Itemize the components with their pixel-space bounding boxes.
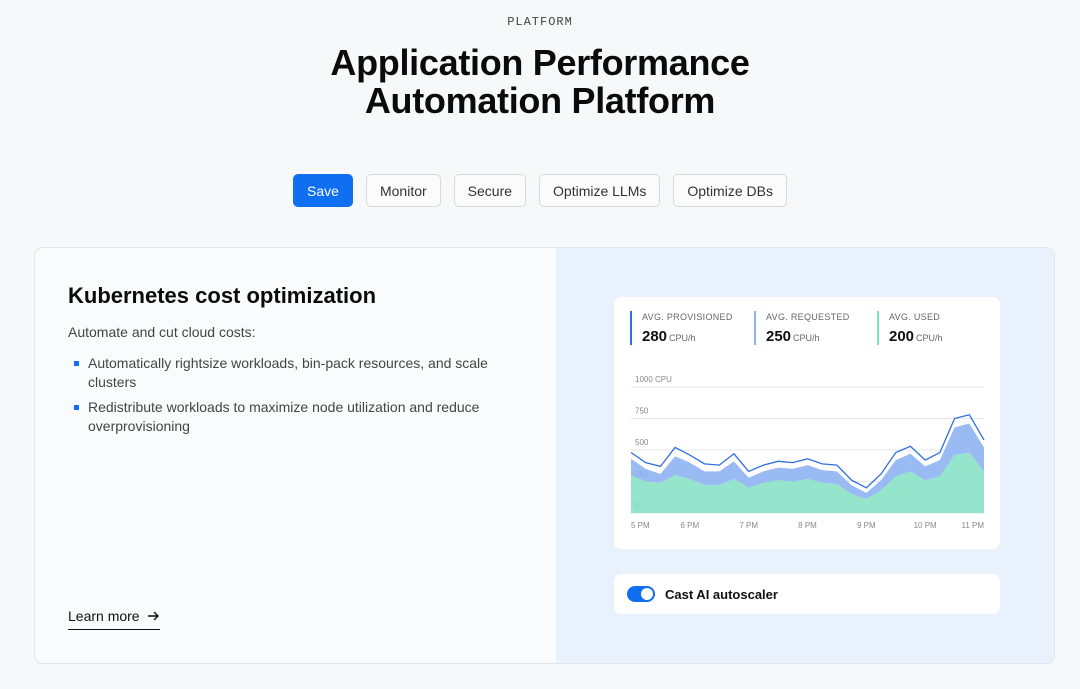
section-eyebrow: PLATFORM [507,15,573,29]
autoscaler-toggle-label: Cast AI autoscaler [665,586,778,602]
arrow-right-icon [147,611,159,621]
autoscaler-toggle-panel: Cast AI autoscaler [614,574,1000,614]
y-tick-label: 1000 CPU [635,375,672,384]
tab-secure[interactable]: Secure [453,174,527,207]
bullet-text: Automatically rightsize workloads, bin-p… [88,355,488,390]
cpu-chart-panel: AVG. PROVISIONED 280 CPU/h AVG. REQUESTED… [614,297,1000,549]
bullet-text: Redistribute workloads to maximize node … [88,399,480,434]
tab-save[interactable]: Save [293,174,353,207]
y-tick-label: 750 [635,407,649,416]
x-tick-label: 7 PM [739,521,758,530]
feature-visual: AVG. PROVISIONED 280 CPU/h AVG. REQUESTED… [556,248,1054,663]
product-tabs: Save Monitor Secure Optimize LLMs Optimi… [0,174,1080,207]
x-tick-label: 10 PM [914,521,937,530]
x-tick-label: 9 PM [857,521,876,530]
feature-intro: Automate and cut cloud costs: [68,324,256,340]
bullet-icon [74,361,79,366]
bullet-icon [74,405,79,410]
learn-more-label: Learn more [68,608,140,624]
x-tick-label: 5 PM [631,521,650,530]
autoscaler-toggle[interactable] [627,586,655,602]
tab-optimize-llms[interactable]: Optimize LLMs [539,174,661,207]
page-title-line-2: Automation Platform [364,80,716,121]
list-item: Redistribute workloads to maximize node … [68,398,488,436]
x-tick-label: 6 PM [680,521,699,530]
feature-card: Kubernetes cost optimization Automate an… [34,247,1055,664]
toggle-knob [641,588,653,600]
cpu-area-chart: 1000 CPU75050025005 PM6 PM7 PM8 PM9 PM10… [630,375,985,530]
x-tick-label: 11 PM [961,521,984,530]
feature-bullets: Automatically rightsize workloads, bin-p… [68,354,488,442]
page-title: Application Performance Automation Platf… [0,44,1080,120]
x-tick-label: 8 PM [798,521,817,530]
learn-more-link[interactable]: Learn more [68,608,160,630]
page-title-line-1: Application Performance [330,42,750,83]
tab-monitor[interactable]: Monitor [365,174,441,207]
feature-title: Kubernetes cost optimization [68,283,377,308]
list-item: Automatically rightsize workloads, bin-p… [68,354,488,392]
feature-description: Kubernetes cost optimization Automate an… [35,248,556,663]
y-tick-label: 500 [635,438,649,447]
tab-optimize-dbs[interactable]: Optimize DBs [673,174,787,207]
